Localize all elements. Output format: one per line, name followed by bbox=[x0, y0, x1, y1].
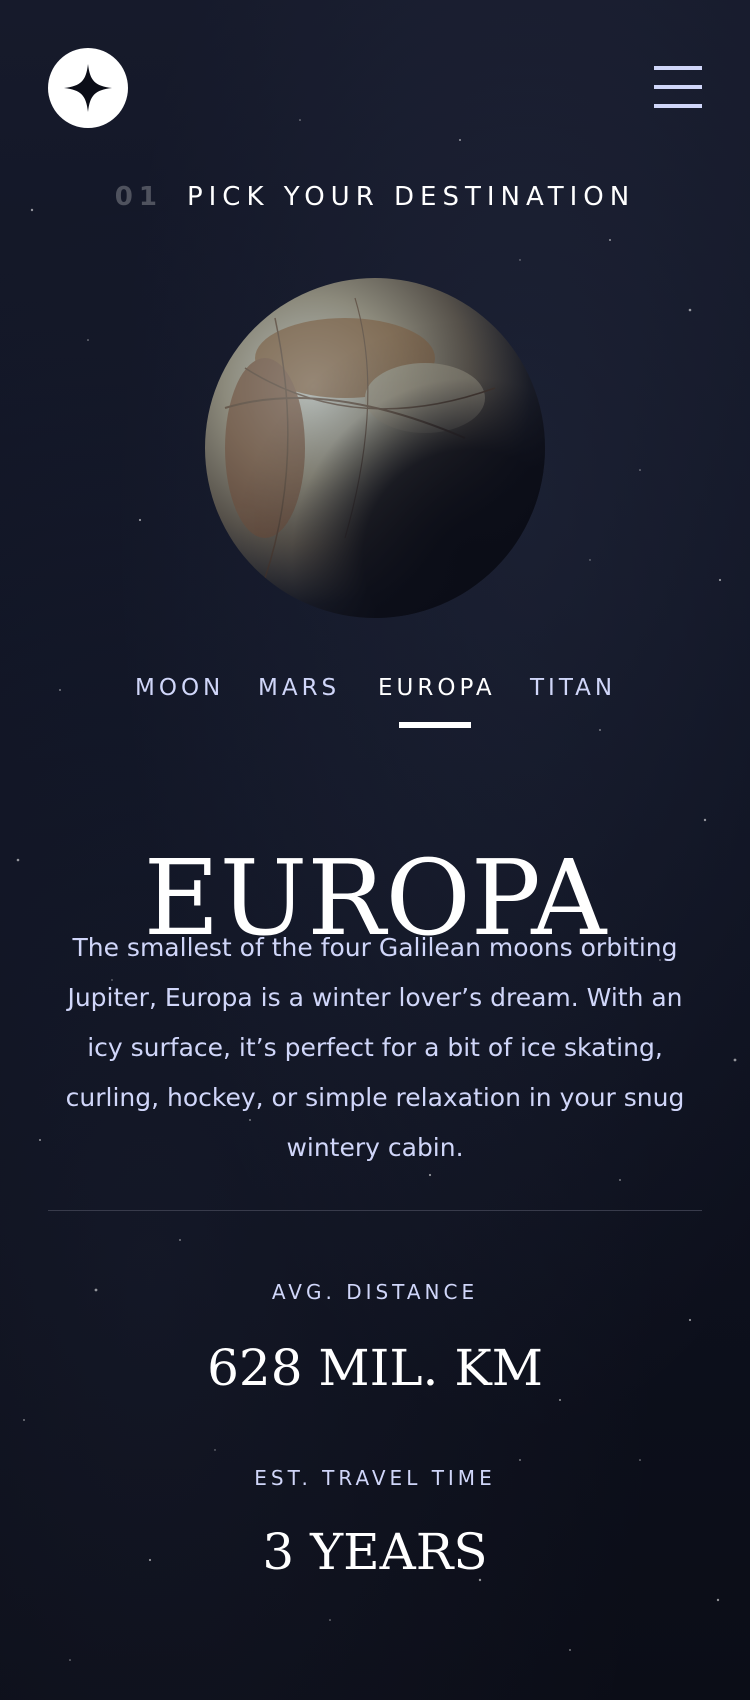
avg-distance-label: AVG. DISTANCE bbox=[271, 1280, 479, 1304]
hamburger-menu-icon[interactable] bbox=[654, 66, 702, 108]
tab-titan[interactable]: TITAN bbox=[530, 668, 615, 728]
destination-page: 01 PICK YOUR DESTINATION MOON MARS EUROP… bbox=[0, 0, 750, 1700]
planet-europa-image bbox=[205, 278, 545, 618]
section-title: PICK YOUR DESTINATION bbox=[186, 182, 636, 212]
travel-time-value: 3 YEARS bbox=[262, 1523, 488, 1581]
tab-mars[interactable]: MARS bbox=[258, 668, 336, 728]
menu-bar-bottom bbox=[654, 104, 702, 108]
menu-bar-top bbox=[654, 66, 702, 70]
page-heading: 01 PICK YOUR DESTINATION bbox=[0, 176, 750, 218]
divider bbox=[48, 1210, 702, 1211]
tab-moon[interactable]: MOON bbox=[135, 668, 220, 728]
destination-description: The smallest of the four Galilean moons … bbox=[65, 933, 685, 1162]
star-logo-icon[interactable] bbox=[48, 48, 128, 128]
menu-bar-middle bbox=[654, 85, 702, 89]
tab-europa[interactable]: EUROPA bbox=[378, 668, 492, 728]
avg-distance-value: 628 MIL. KM bbox=[207, 1339, 543, 1397]
travel-time-label: EST. TRAVEL TIME bbox=[254, 1466, 496, 1490]
section-number: 01 bbox=[114, 182, 163, 212]
destination-tabs: MOON MARS EUROPA TITAN bbox=[0, 668, 750, 728]
